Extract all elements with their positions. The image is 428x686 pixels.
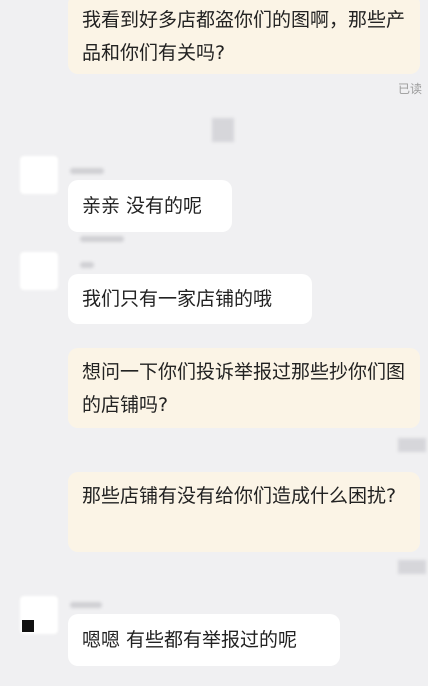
- message-bubble-incoming[interactable]: 亲亲 没有的呢: [68, 180, 232, 232]
- message-bubble-outgoing[interactable]: 我看到好多店都盗你们的图啊，那些产品和你们有关吗?: [68, 0, 420, 74]
- contact-name-blurred: [80, 262, 94, 268]
- message-text: 嗯嗯 有些都有举报过的呢: [82, 629, 298, 651]
- contact-avatar[interactable]: [20, 156, 58, 194]
- message-text: 我看到好多店都盗你们的图啊，那些产品和你们有关吗?: [82, 9, 406, 64]
- contact-avatar[interactable]: [20, 252, 58, 290]
- blurred-strip: [80, 236, 124, 242]
- blurred-timestamp: [398, 438, 426, 452]
- message-bubble-incoming[interactable]: 嗯嗯 有些都有举报过的呢: [68, 614, 340, 666]
- message-bubble-incoming[interactable]: 我们只有一家店铺的哦: [68, 274, 312, 324]
- message-bubble-outgoing[interactable]: 想问一下你们投诉举报过那些抄你们图的店铺吗?: [68, 348, 420, 428]
- avatar-dark-mark: [22, 620, 34, 632]
- message-text: 我们只有一家店铺的哦: [82, 288, 273, 310]
- contact-name-blurred: [70, 168, 104, 174]
- read-status: 已读: [397, 82, 422, 96]
- message-text: 那些店铺有没有给你们造成什么困扰?: [82, 485, 397, 507]
- blurred-timestamp: [398, 560, 426, 574]
- contact-name-blurred: [70, 602, 102, 608]
- message-text: 想问一下你们投诉举报过那些抄你们图的店铺吗?: [82, 361, 406, 416]
- message-text: 亲亲 没有的呢: [82, 195, 203, 217]
- message-bubble-outgoing[interactable]: 那些店铺有没有给你们造成什么困扰?: [68, 472, 420, 552]
- blurred-timestamp: [212, 118, 234, 142]
